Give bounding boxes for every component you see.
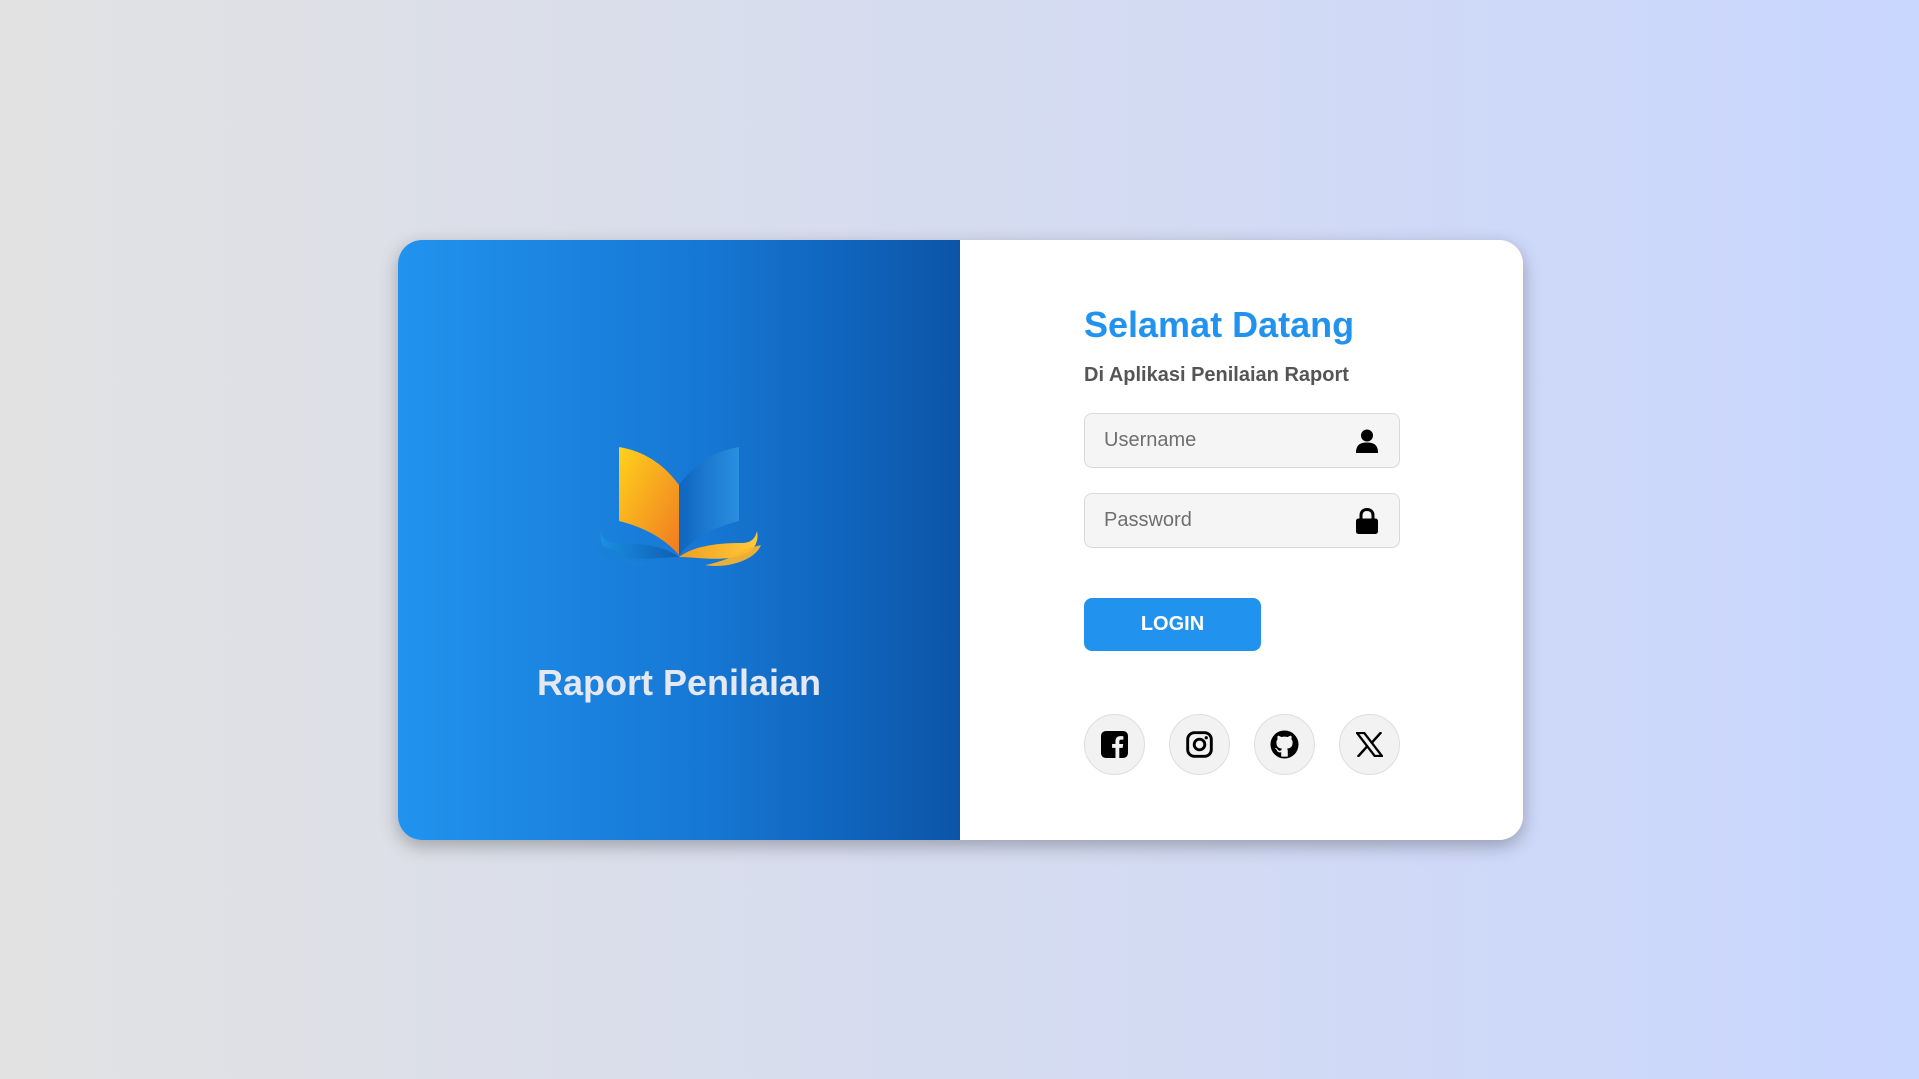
instagram-button[interactable]	[1169, 714, 1230, 775]
x-button[interactable]	[1339, 714, 1400, 775]
welcome-heading: Selamat Datang	[1084, 304, 1355, 345]
instagram-icon	[1186, 731, 1213, 758]
x-icon	[1356, 732, 1383, 757]
lock-icon	[1354, 507, 1380, 534]
login-panel: Selamat Datang Di Aplikasi Penilaian Rap…	[960, 240, 1523, 840]
login-button[interactable]: LOGIN	[1084, 598, 1261, 651]
password-input[interactable]	[1085, 494, 1399, 547]
username-field	[1084, 413, 1400, 468]
facebook-icon	[1101, 731, 1128, 758]
github-button[interactable]	[1254, 714, 1315, 775]
social-links	[1084, 714, 1400, 775]
user-icon	[1354, 428, 1380, 454]
facebook-button[interactable]	[1084, 714, 1145, 775]
login-card: Raport Penilaian Selamat Datang Di Aplik…	[398, 240, 1523, 840]
password-field	[1084, 493, 1400, 548]
welcome-subheading: Di Aplikasi Penilaian Raport	[1084, 364, 1349, 386]
open-book-icon	[597, 447, 761, 567]
brand-title: Raport Penilaian	[536, 662, 822, 703]
username-input[interactable]	[1085, 414, 1399, 467]
brand-panel: Raport Penilaian	[398, 240, 960, 840]
github-icon	[1270, 730, 1299, 759]
